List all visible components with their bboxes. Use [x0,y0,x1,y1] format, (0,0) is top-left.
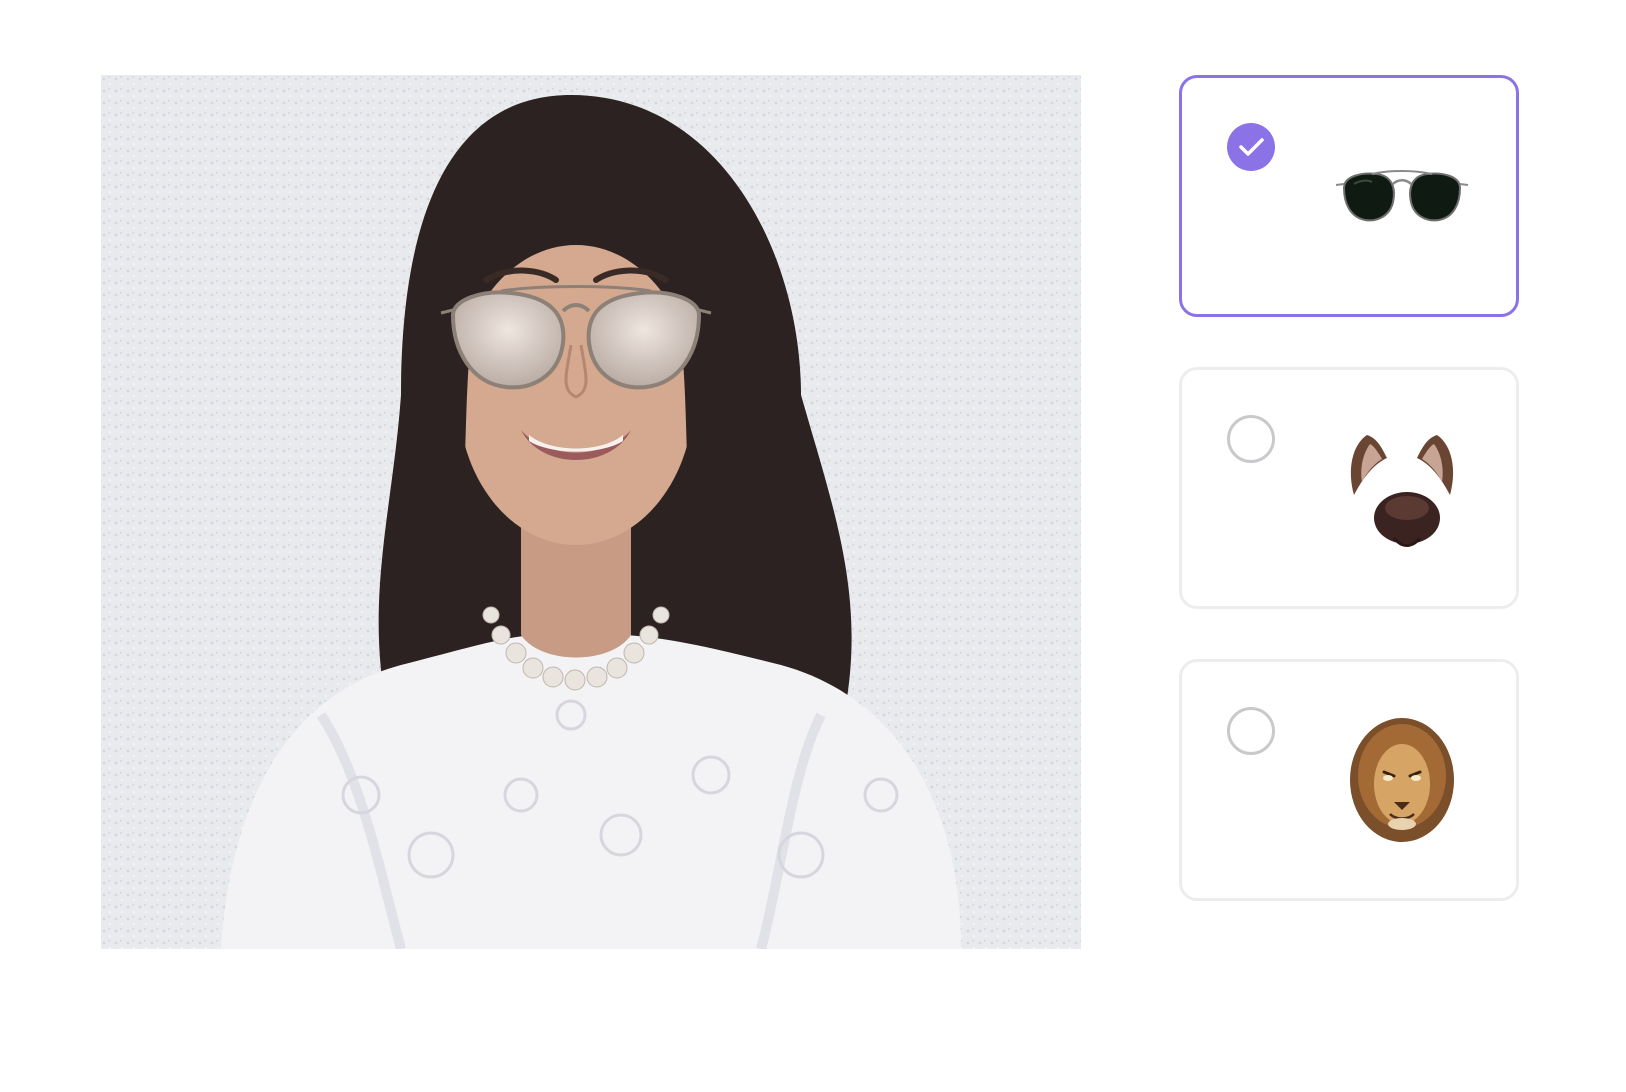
sunglasses-icon [1332,118,1472,268]
filter-list [1179,75,1519,951]
filter-card-sunglasses[interactable] [1179,75,1519,317]
filter-card-lion[interactable] [1179,659,1519,901]
dog-ears-icon [1332,410,1472,560]
filter-app [0,0,1626,1092]
selected-check-icon[interactable] [1227,123,1275,171]
photo-preview [101,75,1081,949]
radio-button[interactable] [1227,707,1275,755]
radio-button[interactable] [1227,415,1275,463]
filter-card-dog[interactable] [1179,367,1519,609]
lion-icon [1332,702,1472,852]
portrait-image [101,75,1081,949]
